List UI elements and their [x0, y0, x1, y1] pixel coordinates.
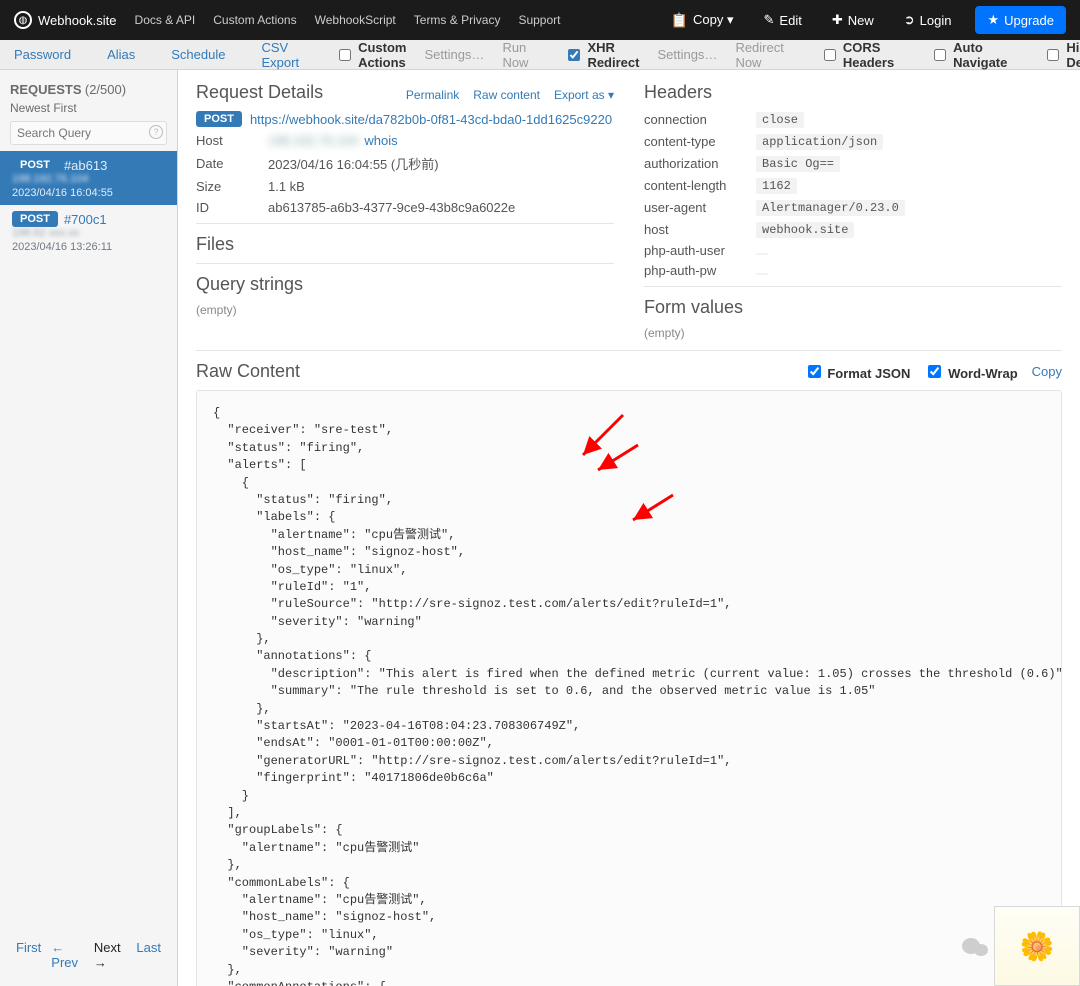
tool-custom-actions-check[interactable]: Custom Actions [335, 40, 406, 70]
edit-icon: ✎ [764, 12, 775, 28]
request-ip-masked: 198.192.76.104 [12, 173, 167, 185]
brand[interactable]: ◍ Webhook.site [14, 11, 117, 29]
section-rawcontent: Raw Content [196, 361, 300, 382]
header-value: 1162 [756, 177, 1062, 194]
watermark-photo: 🌼 [994, 906, 1080, 986]
pager: First ← Prev Next → Last [0, 932, 177, 978]
header-value: application/json [756, 133, 1062, 150]
form-empty: (empty) [644, 326, 1062, 340]
toolbar: Password Alias Schedule CSV Export Custo… [0, 40, 1080, 70]
header-key: authorization [644, 156, 744, 171]
edit-button[interactable]: ✎Edit [758, 8, 808, 32]
header-value: close [756, 111, 1062, 128]
value-date: 2023/04/16 16:04:55 (几秒前) [268, 154, 614, 173]
detail-method-badge: POST [196, 111, 242, 127]
plus-icon: ✚ [832, 12, 843, 28]
copy-icon: 📋 [671, 12, 688, 29]
tool-xhr-check[interactable]: XHR Redirect [564, 40, 639, 70]
sidebar-title: REQUESTS (2/500) [0, 78, 177, 101]
section-formvalues: Form values [644, 297, 1062, 318]
tool-redirect-now[interactable]: Redirect Now [735, 40, 783, 70]
value-size: 1.1 kB [268, 179, 614, 194]
request-time: 2023/04/16 13:26:11 [12, 241, 167, 253]
header-key: host [644, 222, 744, 237]
label-size: Size [196, 179, 258, 194]
tool-settings[interactable]: Settings… [424, 47, 484, 62]
label-date: Date [196, 156, 258, 171]
pager-next[interactable]: Next → [94, 940, 127, 970]
request-item[interactable]: POST #ab613 198.192.76.104 2023/04/16 16… [0, 151, 177, 205]
nav-custom-actions[interactable]: Custom Actions [213, 13, 296, 27]
headers-grid: connection close content-type application/j… [644, 111, 1062, 278]
request-hash: #700c1 [64, 212, 107, 227]
header-value: webhook.site [756, 221, 1062, 238]
brand-logo-icon: ◍ [14, 11, 32, 29]
method-badge: POST [12, 211, 58, 227]
tool-cors-check[interactable]: CORS Headers [820, 40, 894, 70]
search-input[interactable] [10, 121, 167, 145]
request-item[interactable]: POST #700c1 198.62 xxx.xx 2023/04/16 13:… [0, 205, 177, 259]
section-request-details: Request Details [196, 82, 323, 103]
header-value [756, 263, 1062, 278]
tool-csv[interactable]: CSV Export [261, 40, 299, 70]
header-key: php-auth-pw [644, 263, 744, 278]
wordwrap-check[interactable]: Word-Wrap [924, 362, 1017, 381]
value-id: ab613785-a6b3-4377-9ce9-43b8c9a6022e [268, 200, 614, 215]
nav-docs[interactable]: Docs & API [135, 13, 196, 27]
help-icon[interactable]: ? [149, 125, 163, 139]
raw-content-link[interactable]: Raw content [473, 88, 540, 102]
tool-alias[interactable]: Alias [107, 47, 135, 62]
login-icon: ➲ [904, 12, 915, 28]
whois-link[interactable]: whois [364, 133, 397, 148]
request-hash: #ab613 [64, 158, 107, 173]
login-button[interactable]: ➲Login [898, 8, 958, 32]
pager-last[interactable]: Last [136, 940, 161, 970]
pager-prev[interactable]: ← Prev [51, 940, 84, 970]
header-key: user-agent [644, 200, 744, 215]
section-files: Files [196, 234, 614, 255]
sidebar-sort[interactable]: Newest First [0, 101, 177, 119]
header-value: Alertmanager/0.23.0 [756, 199, 1062, 216]
permalink-link[interactable]: Permalink [406, 88, 459, 102]
content-area: Request Details Permalink Raw content Ex… [178, 70, 1080, 986]
tool-schedule[interactable]: Schedule [171, 47, 225, 62]
qs-empty: (empty) [196, 303, 614, 317]
export-as-dropdown[interactable]: Export as ▾ [554, 88, 614, 102]
tool-hidedetails-check[interactable]: Hide Details [1043, 40, 1080, 70]
new-button[interactable]: ✚New [826, 8, 880, 32]
sidebar: REQUESTS (2/500) Newest First ? POST #ab… [0, 70, 178, 986]
star-icon: ★ [987, 12, 999, 28]
nav-webhookscript[interactable]: WebhookScript [315, 13, 396, 27]
header-key: php-auth-user [644, 243, 744, 258]
tool-run-now[interactable]: Run Now [502, 40, 528, 70]
nav-terms[interactable]: Terms & Privacy [414, 13, 501, 27]
wechat-icon [962, 936, 990, 960]
format-json-check[interactable]: Format JSON [804, 362, 911, 381]
header-key: content-length [644, 178, 744, 193]
label-host: Host [196, 133, 258, 148]
header-value [756, 243, 1062, 258]
detail-url[interactable]: https://webhook.site/da782b0b-0f81-43cd-… [250, 112, 612, 127]
header-key: connection [644, 112, 744, 127]
nav-support[interactable]: Support [518, 13, 560, 27]
top-navbar: ◍ Webhook.site Docs & API Custom Actions… [0, 0, 1080, 40]
tool-password[interactable]: Password [14, 47, 71, 62]
raw-content-box[interactable]: { "receiver": "sre-test", "status": "fir… [196, 390, 1062, 986]
request-ip-masked: 198.62 xxx.xx [12, 227, 167, 239]
tool-settings2[interactable]: Settings… [657, 47, 717, 62]
pager-first[interactable]: First [16, 940, 41, 970]
section-querystrings: Query strings [196, 274, 614, 295]
request-time: 2023/04/16 16:04:55 [12, 187, 167, 199]
tool-autonav-check[interactable]: Auto Navigate [930, 40, 1007, 70]
copy-dropdown[interactable]: 📋Copy ▾ [665, 8, 740, 33]
section-headers: Headers [644, 82, 1062, 103]
brand-text: Webhook.site [38, 13, 117, 28]
header-key: content-type [644, 134, 744, 149]
copy-raw-link[interactable]: Copy [1032, 364, 1062, 379]
host-value-masked: 198.192.76.104 [268, 133, 358, 148]
method-badge: POST [12, 157, 58, 173]
label-id: ID [196, 200, 258, 215]
header-value: Basic Og== [756, 155, 1062, 172]
upgrade-button[interactable]: ★Upgrade [975, 6, 1066, 34]
